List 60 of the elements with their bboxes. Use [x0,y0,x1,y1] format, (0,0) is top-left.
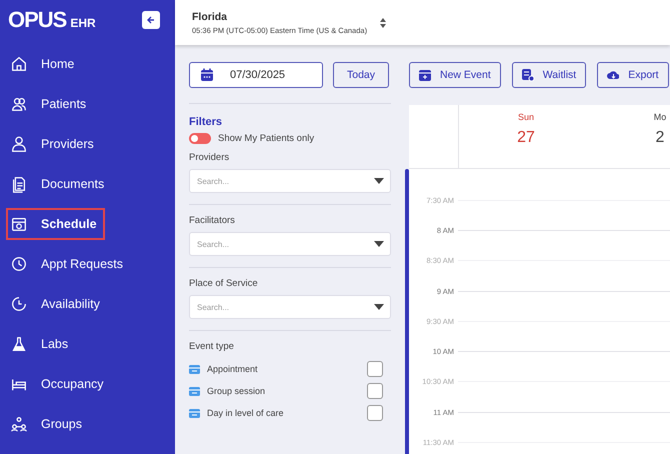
sidebar-item[interactable]: Patients [6,88,103,120]
filter-label: Event type [189,341,235,352]
event-type-label: Appointment [207,364,259,374]
filter-label: Facilitators [189,215,236,226]
caret-icon[interactable] [374,178,384,184]
calendar-icon [189,408,200,418]
sidebar-item[interactable]: Labs [6,328,103,360]
calendar-icon [189,364,200,374]
people-icon [10,95,28,113]
checkbox[interactable] [367,405,383,421]
sidebar-item[interactable]: Appt Requests [6,248,131,280]
cloud-download-icon [607,69,620,81]
event-type-label: Day in level of care [207,408,285,418]
checkbox[interactable] [367,383,383,399]
date-field[interactable]: 07/30/2025 [189,62,323,88]
sidebar-item[interactable]: Schedule [6,208,105,240]
filter-label: Providers [189,152,230,163]
filter-label: Place of Service [189,278,259,289]
day-name: Sun [518,112,534,122]
search-dropdown[interactable]: Search... [189,232,391,256]
scrollbar[interactable] [405,169,409,454]
flask-icon [10,335,28,353]
day-date: 27 [517,129,535,147]
export-button[interactable]: Export [597,62,669,88]
clock-icon [10,295,28,313]
filters-heading: Filters [189,116,224,128]
arrow-left-icon [146,15,156,25]
calendar-icon [419,69,431,81]
sidebar-item[interactable]: Documents [6,168,112,200]
sidebar-item[interactable]: Home [6,48,103,80]
calendar-icon [200,68,214,82]
documents-icon [10,175,28,193]
group-icon [10,415,28,433]
sidebar-item[interactable]: Providers [6,128,103,160]
today-button[interactable]: Today [333,62,389,88]
home-icon [10,55,28,73]
person-icon [10,135,28,153]
caret-icon[interactable] [374,241,384,247]
collapse-button[interactable] [142,11,160,29]
sidebar-item[interactable]: Occupancy [6,368,112,400]
sort-icon[interactable] [379,16,388,28]
sidebar-item[interactable]: Availability [6,288,108,320]
event-type-label: Group session [207,386,266,396]
toggle-label: Show My Patients only [218,133,314,144]
day-date: 2 [656,129,664,147]
search-dropdown[interactable]: Search... [189,169,391,193]
new-event-button[interactable]: New Event [409,62,501,88]
calendar-icon [10,215,28,233]
logo: OPUS EHR [8,7,96,33]
waitlist-button[interactable]: Waitlist [512,62,586,88]
list-icon [522,69,534,81]
day-name: Mo [654,112,666,122]
search-dropdown[interactable]: Search... [189,295,391,319]
location-name: Florida [192,10,228,22]
calendar-icon [189,386,200,396]
toggle-switch[interactable] [189,133,211,144]
checkbox[interactable] [367,361,383,377]
caret-icon[interactable] [374,304,384,310]
clock-icon [10,255,28,273]
sidebar-item[interactable]: Groups [6,408,103,440]
